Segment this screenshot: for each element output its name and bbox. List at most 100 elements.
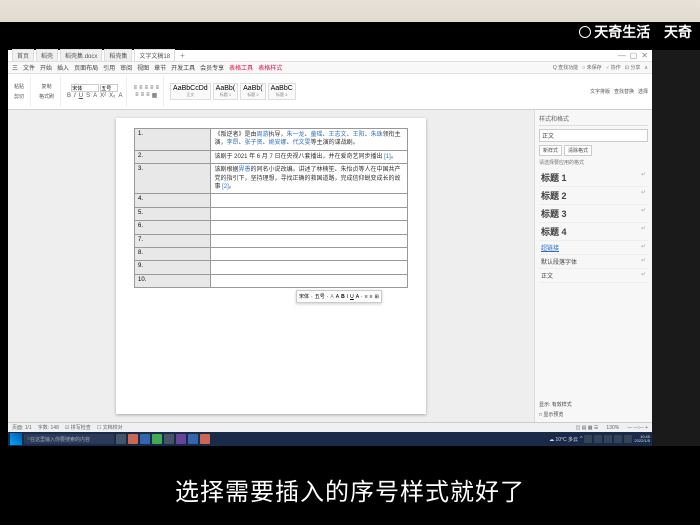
ribbon-right-btn[interactable]: 查找替换: [614, 88, 634, 95]
menu-item[interactable]: 开始: [40, 66, 52, 72]
app-icon[interactable]: [140, 434, 150, 444]
bold-button[interactable]: B: [67, 93, 71, 99]
style-list-row[interactable]: 标题 3↵: [539, 205, 648, 223]
style-gallery-item[interactable]: AaBb(标题 2: [240, 83, 265, 100]
tab[interactable]: 稻壳集: [104, 49, 132, 62]
status-right-item[interactable]: 130%: [606, 425, 619, 431]
style-gallery-item[interactable]: AaBbCcDd正文: [170, 83, 211, 100]
ribbon[interactable]: 粘贴 剪切 复制 格式刷 B I U S AX²X₂A: [8, 74, 652, 110]
menu-item[interactable]: 表格样式: [258, 66, 282, 72]
status-right-item[interactable]: ◫ ▤ ▦ ☰: [576, 425, 599, 431]
font-size-input[interactable]: [100, 84, 118, 92]
numbering-button[interactable]: ≡: [139, 85, 143, 91]
table-cell-number[interactable]: 3.: [135, 164, 211, 194]
style-list[interactable]: 标题 1↵标题 2↵标题 3↵标题 4↵超链接↵默认段落字体↵正文↵: [539, 169, 648, 283]
table-cell-content[interactable]: [211, 207, 408, 220]
menu-item[interactable]: 审阅: [120, 66, 132, 72]
table-cell-content[interactable]: [211, 221, 408, 234]
tray-icon[interactable]: [594, 435, 602, 443]
mini-toolbar[interactable]: 宋体·五号· AA BIU A·≡≡⊞: [296, 290, 382, 303]
font-name-input[interactable]: [71, 84, 99, 92]
style-list-row[interactable]: 标题 4↵: [539, 223, 648, 241]
bullets-button[interactable]: ≡: [133, 85, 137, 91]
minimize-icon[interactable]: —: [618, 51, 626, 60]
tab[interactable]: 稻壳: [36, 49, 58, 62]
menubar[interactable]: 三文件开始插入页面布局引用审阅视图章节开发工具会员专享表格工具表格样式 Q 查找…: [8, 62, 652, 74]
table-cell-number[interactable]: 8.: [135, 247, 211, 260]
copy-button[interactable]: 复制: [40, 82, 54, 91]
table-cell-content[interactable]: [211, 247, 408, 260]
italic-button[interactable]: I: [74, 93, 76, 99]
menu-right-item[interactable]: ⊡ 分享: [625, 65, 641, 71]
table-cell-content[interactable]: 《叛逆者》是由周游执导，朱一龙、童瑶、王志文、王阳、朱珠领衔主演，李昂、张子贤、…: [211, 129, 408, 151]
status-right-item[interactable]: — ─○─ +: [627, 425, 648, 431]
table-cell-number[interactable]: 9.: [135, 261, 211, 274]
style-list-row[interactable]: 标题 1↵: [539, 169, 648, 187]
menu-item[interactable]: 章节: [154, 66, 166, 72]
start-button[interactable]: [10, 433, 22, 445]
table-cell-content[interactable]: 该剧根据畀愚的同名小说改编。讲述了林楠笙、朱怡贞等人在中国共产党的指引下，坚持理…: [211, 164, 408, 194]
style-list-row[interactable]: 默认段落字体↵: [539, 255, 648, 269]
tray-icon[interactable]: [624, 435, 632, 443]
document-table[interactable]: 1.《叛逆者》是由周游执导，朱一龙、童瑶、王志文、王阳、朱珠领衔主演，李昂、张子…: [134, 128, 408, 288]
style-gallery-item[interactable]: AaBbC标题 3: [268, 83, 296, 100]
new-tab-button[interactable]: +: [177, 51, 188, 60]
table-cell-content[interactable]: [211, 274, 408, 287]
strike-button[interactable]: S: [86, 93, 90, 99]
style-list-row[interactable]: 标题 2↵: [539, 187, 648, 205]
menu-item[interactable]: 开发工具: [171, 66, 195, 72]
app-icon[interactable]: [188, 434, 198, 444]
table-cell-content[interactable]: 该剧于 2021 年 6 月 7 日在央视八套播出，并在爱奇艺同步播出 [1]。: [211, 150, 408, 163]
table-cell-number[interactable]: 10.: [135, 274, 211, 287]
format-brush-button[interactable]: 格式刷: [37, 92, 56, 101]
menu-item[interactable]: 表格工具: [229, 66, 253, 72]
taskbar[interactable]: ○ 在这里输入你要搜索的内容 ☁ 10°C 多云 ^ 10:452022/1/5: [8, 432, 652, 446]
window-controls[interactable]: — ▢ ✕: [618, 51, 648, 60]
style-gallery[interactable]: AaBbCcDd正文AaBb(标题 1AaBb(标题 2AaBbC标题 3: [170, 83, 296, 100]
menu-item[interactable]: 会员专享: [200, 66, 224, 72]
app-icon[interactable]: [128, 434, 138, 444]
tab[interactable]: 稻壳集.docx: [60, 49, 102, 62]
cut-button[interactable]: 剪切: [12, 92, 26, 101]
style-gallery-item[interactable]: AaBb(标题 1: [213, 83, 238, 100]
app-icon[interactable]: [200, 434, 210, 444]
table-cell-number[interactable]: 6.: [135, 221, 211, 234]
tray-icon[interactable]: [604, 435, 612, 443]
app-icon[interactable]: [116, 434, 126, 444]
ribbon-right-btn[interactable]: 文字排版: [590, 88, 610, 95]
table-cell-content[interactable]: [211, 234, 408, 247]
tray-icon[interactable]: [614, 435, 622, 443]
menu-right-item[interactable]: ○ 未保存: [582, 65, 601, 71]
current-style-select[interactable]: 正文: [539, 129, 648, 142]
clock[interactable]: 10:452022/1/5: [634, 435, 650, 443]
underline-button[interactable]: U: [79, 93, 83, 99]
document-area[interactable]: 1.《叛逆者》是由周游执导，朱一龙、童瑶、王志文、王阳、朱珠领衔主演，李昂、张子…: [8, 110, 534, 422]
menu-item[interactable]: 文件: [23, 66, 35, 72]
clear-format-button[interactable]: 清除格式: [564, 145, 592, 156]
menu-item[interactable]: 三: [12, 66, 18, 72]
paste-button[interactable]: 粘贴: [12, 82, 26, 91]
table-cell-number[interactable]: 1.: [135, 129, 211, 151]
style-list-row[interactable]: 正文↵: [539, 269, 648, 283]
menu-item[interactable]: 引用: [103, 66, 115, 72]
tray-icon[interactable]: [584, 435, 592, 443]
table-cell-number[interactable]: 4.: [135, 194, 211, 207]
menu-right-item[interactable]: ∧: [644, 65, 648, 71]
taskbar-search[interactable]: ○ 在这里输入你要搜索的内容: [24, 434, 114, 444]
new-style-button[interactable]: 新样式: [539, 145, 562, 156]
app-icon[interactable]: [176, 434, 186, 444]
menu-right-item[interactable]: ♂ 协作: [606, 65, 621, 71]
menu-right-item[interactable]: Q 查找功能: [553, 65, 578, 71]
maximize-icon[interactable]: ▢: [630, 51, 638, 60]
table-cell-content[interactable]: [211, 261, 408, 274]
menu-item[interactable]: 页面布局: [74, 66, 98, 72]
style-list-row[interactable]: 超链接↵: [539, 241, 648, 255]
ribbon-right-btn[interactable]: 选择: [638, 88, 648, 95]
app-icon[interactable]: [152, 434, 162, 444]
weather-widget[interactable]: ☁ 10°C 多云: [549, 436, 578, 443]
align-button[interactable]: ≡: [144, 85, 148, 91]
menu-item[interactable]: 插入: [57, 66, 69, 72]
tab[interactable]: 首页: [12, 49, 34, 62]
table-cell-number[interactable]: 7.: [135, 234, 211, 247]
app-icon[interactable]: [164, 434, 174, 444]
